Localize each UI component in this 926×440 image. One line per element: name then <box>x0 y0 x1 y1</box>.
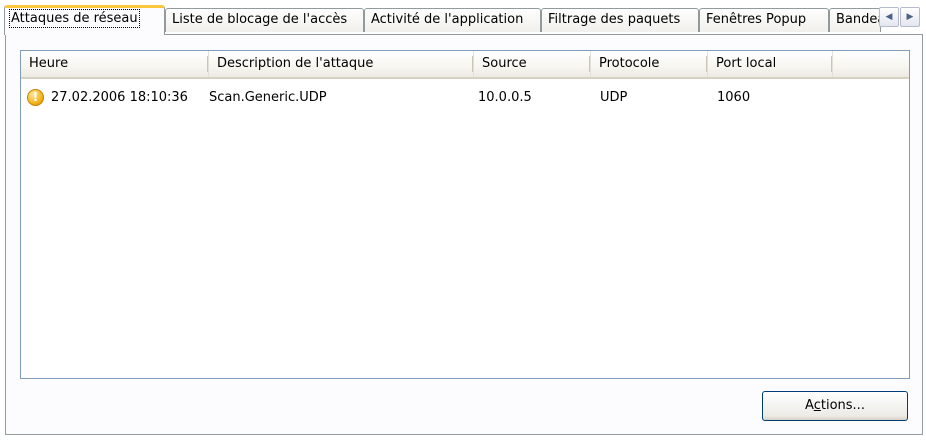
tab-scroll-right-button[interactable]: ▶ <box>900 7 920 27</box>
warning-icon: ! <box>27 89 44 106</box>
actions-button[interactable]: Actions... <box>762 391 908 421</box>
tab-strip: Attaques de réseau Liste de blocage de l… <box>0 0 926 36</box>
tab-fenetres-popup[interactable]: Fenêtres Popup <box>699 8 829 32</box>
cell-description: Scan.Generic.UDP <box>209 90 327 105</box>
cell-port-local: 1060 <box>717 90 751 105</box>
column-header-port-local[interactable]: Port local <box>708 51 833 77</box>
column-header-source[interactable]: Source <box>474 51 591 77</box>
column-header-heure[interactable]: Heure <box>21 51 209 77</box>
tab-label: Attaques de réseau <box>9 9 140 28</box>
tab-label: Liste de blocage de l'accès <box>172 12 348 27</box>
chevron-left-icon: ◀ <box>885 12 893 22</box>
tab-scroll-left-button[interactable]: ◀ <box>879 7 899 27</box>
tab-page-attaques-de-reseau: Heure Description de l'attaque Source Pr… <box>5 34 923 435</box>
tab-filtrage-des-paquets[interactable]: Filtrage des paquets <box>541 8 699 32</box>
tab-liste-de-blocage[interactable]: Liste de blocage de l'accès <box>165 8 364 32</box>
column-header-protocole[interactable]: Protocole <box>591 51 708 77</box>
tab-label: Bandeaux <box>836 12 880 27</box>
tab-label: Activité de l'application <box>371 12 524 27</box>
actions-button-mnemonic: c <box>813 398 821 413</box>
attacks-list[interactable]: Heure Description de l'attaque Source Pr… <box>20 50 910 379</box>
column-header-description[interactable]: Description de l'attaque <box>209 51 474 77</box>
actions-button-label-pre: A <box>805 398 814 413</box>
tab-scroll-buttons: ◀ ▶ <box>879 7 921 29</box>
tab-label: Filtrage des paquets <box>548 12 681 27</box>
tab-label: Fenêtres Popup <box>706 12 807 27</box>
cell-protocole: UDP <box>600 90 628 105</box>
cell-heure: 27.02.2006 18:10:36 <box>51 90 188 105</box>
list-header: Heure Description de l'attaque Source Pr… <box>21 51 909 79</box>
tab-attaques-de-reseau[interactable]: Attaques de réseau <box>4 5 165 35</box>
tab-activite-application[interactable]: Activité de l'application <box>364 8 541 32</box>
tab-bandeaux[interactable]: Bandeaux <box>829 8 881 32</box>
chevron-right-icon: ▶ <box>906 12 914 22</box>
table-row[interactable]: ! 27.02.2006 18:10:36 Scan.Generic.UDP 1… <box>21 87 909 109</box>
cell-source: 10.0.0.5 <box>478 90 532 105</box>
actions-button-label-post: tions... <box>820 398 865 413</box>
